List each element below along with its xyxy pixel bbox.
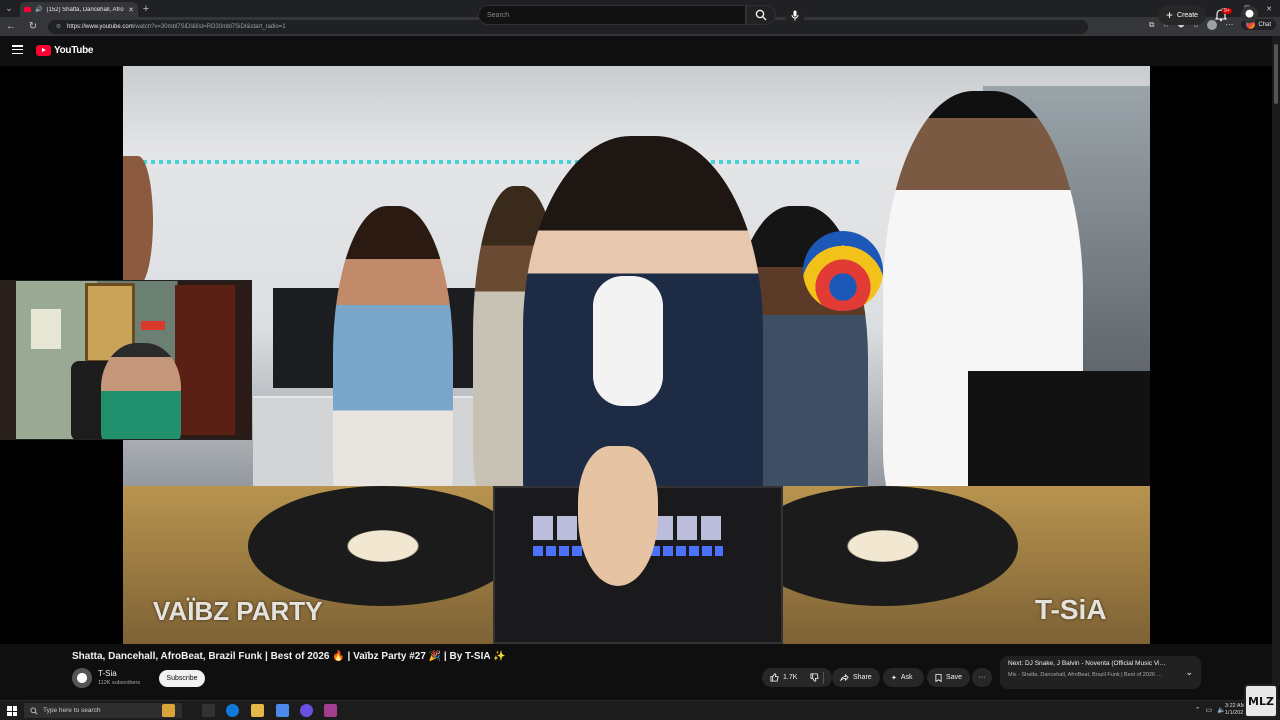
voice-search-button[interactable] — [785, 5, 805, 25]
share-label: Share — [853, 674, 872, 681]
task-view-icon[interactable] — [202, 704, 215, 717]
dislike-button[interactable] — [804, 668, 828, 687]
windows-taskbar: Type here to search ⌃ ▭ 🔈 3:22 AM 1/1/20… — [0, 700, 1280, 720]
video-frame[interactable]: VAÏBZ PARTY T-SiA — [123, 66, 1150, 644]
edge-browser-icon[interactable] — [226, 704, 239, 717]
search-icon — [755, 9, 767, 21]
youtube-favicon-icon — [24, 7, 31, 12]
dj-hand — [578, 446, 658, 586]
url-path: /watch?v=30mbl7SiDI&list=RD30mbl7SiDI&st… — [133, 23, 286, 30]
bookmark-icon — [935, 673, 942, 682]
create-label: Create — [1177, 11, 1199, 19]
streamer — [101, 343, 181, 439]
colorful-fan — [803, 231, 883, 311]
ask-button[interactable]: ✦ Ask — [883, 668, 924, 687]
watermark-tsia: T-SiA — [1035, 594, 1107, 625]
channel-corner-logo: MLZ — [1244, 684, 1278, 718]
tray-chevron-icon[interactable]: ⌃ — [1195, 706, 1201, 714]
save-label: Save — [946, 674, 962, 681]
system-tray: ⌃ ▭ 🔈 — [1195, 706, 1226, 714]
plus-icon: + — [1166, 8, 1174, 22]
streamer-webcam-overlay — [0, 280, 252, 440]
share-button[interactable]: Share — [832, 668, 880, 687]
watermark-vaibz-party: VAÏBZ PARTY — [153, 596, 323, 626]
more-dots-icon: ··· — [978, 674, 986, 681]
close-tab-icon[interactable]: ✕ — [128, 6, 134, 14]
youtube-logo[interactable]: YouTube — [36, 45, 94, 56]
account-avatar[interactable] — [1241, 6, 1258, 23]
discord-icon[interactable] — [300, 704, 313, 717]
site-info-icon[interactable]: ⊜ — [56, 23, 61, 30]
taskbar-clock[interactable]: 3:22 AM 1/1/202 — [1225, 703, 1245, 717]
turntable-right — [748, 486, 1018, 606]
notification-count-badge: 9+ — [1222, 8, 1232, 14]
scrollbar-thumb[interactable] — [1274, 44, 1278, 104]
url-text: https://www.youtube.com/watch?v=30mbl7Si… — [67, 24, 286, 30]
share-arrow-icon — [840, 673, 849, 682]
taskbar-search-box[interactable]: Type here to search — [24, 703, 182, 718]
reload-icon[interactable]: ↻ — [22, 21, 44, 32]
microphone-icon — [791, 10, 799, 20]
led-strip — [143, 160, 863, 164]
thumbs-down-icon — [810, 673, 819, 682]
save-button[interactable]: Save — [927, 668, 970, 687]
browser-tab-active[interactable]: 🔊 (152) Shatta, Dancehall, Afro ✕ — [20, 2, 138, 17]
taskbar-search-icon — [30, 707, 38, 715]
subscriber-count: 112K subscribers — [98, 680, 141, 686]
chevron-down-icon[interactable]: ⌄ — [1185, 667, 1193, 678]
wall-poster — [31, 309, 61, 349]
more-actions-button[interactable]: ··· — [972, 668, 992, 687]
dj-white-top — [593, 276, 663, 406]
app-install-icon[interactable]: ⧉ — [1149, 20, 1155, 30]
chat-label: Chat — [1258, 21, 1271, 28]
windows-start-icon[interactable] — [7, 706, 17, 716]
tab-list-chevron-icon[interactable]: ⌄ — [0, 0, 18, 17]
person-left-edge — [123, 156, 153, 286]
channel-avatar[interactable] — [72, 668, 92, 688]
tab-title: (152) Shatta, Dancehall, Afro — [46, 6, 124, 13]
file-explorer-icon[interactable] — [162, 704, 175, 717]
ask-label: Ask — [900, 674, 913, 681]
speaker-icon[interactable]: 🔊 — [35, 6, 42, 13]
obs-app-icon[interactable] — [324, 704, 337, 717]
up-next-title: Next: DJ Snake, J Balvin - Noventa (Offi… — [1008, 660, 1166, 667]
thumbs-up-icon — [770, 673, 779, 682]
up-next-mix: Mix - Shatta, Dancehall, AfroBeat, Brazi… — [1008, 672, 1162, 678]
store-icon[interactable] — [276, 704, 289, 717]
on-air-sign — [141, 321, 165, 330]
turntable-left — [248, 486, 518, 606]
taskbar-search-placeholder: Type here to search — [43, 707, 101, 714]
like-count: 1.7K — [783, 674, 798, 681]
youtube-play-icon — [36, 45, 51, 56]
youtube-logo-text: YouTube — [54, 45, 94, 56]
hamburger-menu-icon[interactable] — [12, 45, 23, 55]
subscribe-button[interactable]: Subscribe — [159, 670, 205, 687]
search-button[interactable] — [746, 5, 776, 25]
video-title: Shatta, Dancehall, AfroBeat, Brazil Funk… — [72, 651, 506, 662]
create-button[interactable]: + Create — [1158, 5, 1207, 25]
clock-time: 3:22 AM — [1225, 703, 1246, 709]
up-next-card[interactable]: Next: DJ Snake, J Balvin - Noventa (Offi… — [1000, 656, 1201, 689]
red-door — [175, 285, 235, 435]
sparkle-icon: ✦ — [891, 674, 897, 682]
youtube-header: YouTube — [0, 36, 1280, 66]
clock-date: 1/1/202 — [1225, 710, 1244, 716]
page-scrollbar[interactable] — [1272, 36, 1280, 686]
channel-name[interactable]: T-Sia — [98, 669, 117, 678]
url-host: https://www.youtube.com — [67, 23, 134, 30]
search-placeholder: Search — [487, 11, 510, 19]
network-icon[interactable]: ▭ — [1206, 706, 1213, 714]
new-tab-button[interactable]: + — [138, 3, 154, 15]
close-window-icon[interactable]: ✕ — [1258, 0, 1280, 17]
back-arrow-icon[interactable]: ← — [0, 21, 22, 32]
folder-icon[interactable] — [251, 704, 264, 717]
search-input[interactable]: Search — [478, 5, 746, 25]
